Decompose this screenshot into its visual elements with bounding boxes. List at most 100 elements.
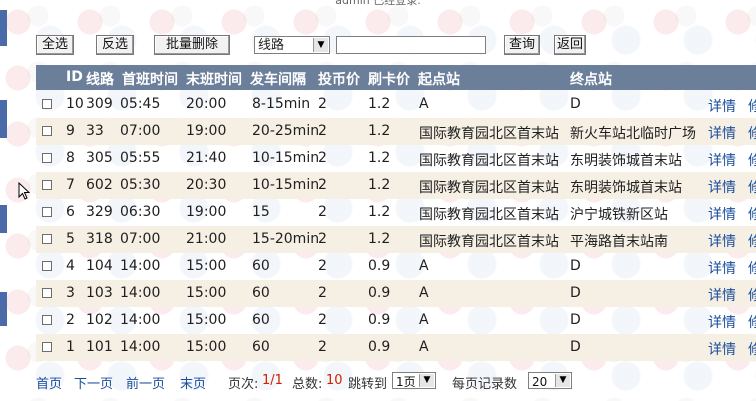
- cell-coin-fare: 2: [318, 339, 327, 355]
- cell-start-station: 国际教育园北区首末站: [419, 234, 559, 250]
- cell-interval: 60: [252, 258, 270, 274]
- cell-first-bus: 07:00: [120, 123, 161, 139]
- row-checkbox[interactable]: [42, 288, 52, 298]
- table-row: 9 33 07:00 19:00 20-25min 2 1.2 国际教育园北区首末站 新火车站北…: [36, 118, 756, 145]
- column-header-first-bus: 首班时间: [122, 72, 178, 88]
- row-checkbox[interactable]: [42, 153, 52, 163]
- cell-last-bus: 15:00: [186, 258, 227, 274]
- cell-start-station: A: [419, 96, 429, 112]
- row-edit-link[interactable]: 修: [748, 258, 756, 278]
- cell-interval: 10-15min: [252, 177, 320, 193]
- cell-coin-fare: 2: [318, 231, 327, 247]
- cell-id: 8: [66, 150, 75, 166]
- row-checkbox[interactable]: [42, 261, 52, 271]
- column-header-coin-fare: 投币价: [318, 72, 360, 88]
- cell-first-bus: 14:00: [120, 285, 161, 301]
- cell-id: 5: [66, 231, 75, 247]
- row-detail-link[interactable]: 详情: [708, 258, 736, 278]
- back-button[interactable]: 返回: [554, 35, 586, 55]
- cell-line: 103: [86, 285, 113, 301]
- invert-selection-button[interactable]: 反选: [96, 35, 134, 55]
- pager-first-link[interactable]: 首页: [36, 373, 62, 392]
- cell-interval: 60: [252, 285, 270, 301]
- row-edit-link[interactable]: 修: [748, 339, 756, 359]
- table-row: 5 318 07:00 21:00 15-20min 2 1.2 国际教育园北区首末站 平海路首…: [36, 226, 756, 253]
- cell-id: 7: [66, 177, 75, 193]
- dropdown-arrow-icon: ▼: [419, 374, 434, 387]
- cell-start-station: A: [419, 258, 429, 274]
- table-row: 1 101 14:00 15:00 60 2 0.9 A D 详情修: [36, 334, 756, 361]
- cell-start-station: 国际教育园北区首末站: [419, 126, 559, 142]
- row-edit-link[interactable]: 修: [748, 204, 756, 224]
- table-row: 8 305 05:55 21:40 10-15min 2 1.2 国际教育园北区首末站 东明装饰…: [36, 145, 756, 172]
- row-detail-link[interactable]: 详情: [708, 123, 736, 143]
- query-button[interactable]: 查询: [504, 35, 540, 55]
- total-value: 10: [326, 373, 343, 388]
- row-checkbox[interactable]: [42, 180, 52, 190]
- row-checkbox[interactable]: [42, 234, 52, 244]
- total-label: 总数:: [292, 377, 323, 392]
- cell-card-fare: 1.2: [368, 204, 391, 220]
- cell-card-fare: 0.9: [368, 285, 391, 301]
- row-edit-link[interactable]: 修: [748, 285, 756, 305]
- cell-start-station: A: [419, 312, 429, 328]
- row-detail-link[interactable]: 详情: [708, 231, 736, 251]
- search-input[interactable]: [336, 36, 486, 54]
- cell-card-fare: 1.2: [368, 150, 391, 166]
- row-edit-link[interactable]: 修: [748, 123, 756, 143]
- cell-last-bus: 19:00: [186, 204, 227, 220]
- table-row: 10 309 05:45 20:00 8-15min 2 1.2 A D 详情修: [36, 91, 756, 118]
- jump-page-select[interactable]: 1页 ▼: [392, 372, 436, 389]
- row-checkbox[interactable]: [42, 207, 52, 217]
- cell-last-bus: 21:00: [186, 231, 227, 247]
- cell-end-station: D: [570, 339, 581, 355]
- row-detail-link[interactable]: 详情: [708, 96, 736, 116]
- filter-field-value: 线路: [258, 38, 285, 53]
- cell-first-bus: 05:30: [120, 177, 161, 193]
- pager-last-link[interactable]: 末页: [180, 373, 206, 392]
- cell-end-station: 平海路首末站南: [570, 234, 668, 250]
- cell-first-bus: 14:00: [120, 258, 161, 274]
- cell-last-bus: 21:40: [186, 150, 227, 166]
- cell-interval: 60: [252, 312, 270, 328]
- cell-id: 9: [66, 123, 75, 139]
- pager-next-link[interactable]: 下一页: [74, 373, 113, 392]
- row-edit-link[interactable]: 修: [748, 231, 756, 251]
- table-row: 3 103 14:00 15:00 60 2 0.9 A D 详情修: [36, 280, 756, 307]
- row-edit-link[interactable]: 修: [748, 150, 756, 170]
- row-detail-link[interactable]: 详情: [708, 339, 736, 359]
- cell-coin-fare: 2: [318, 312, 327, 328]
- cell-line: 104: [86, 258, 113, 274]
- row-detail-link[interactable]: 详情: [708, 150, 736, 170]
- select-all-button[interactable]: 全选: [36, 35, 74, 55]
- cell-end-station: 东明装饰城首末站: [570, 180, 682, 196]
- filter-field-select[interactable]: 线路 ▼: [254, 36, 330, 54]
- batch-delete-button[interactable]: 批量删除: [154, 35, 230, 55]
- cell-end-station: 沪宁城铁新区站: [570, 207, 668, 223]
- left-edge-strip: [0, 10, 7, 46]
- row-detail-link[interactable]: 详情: [708, 312, 736, 332]
- row-edit-link[interactable]: 修: [748, 96, 756, 116]
- table-row: 2 102 14:00 15:00 60 2 0.9 A D 详情修: [36, 307, 756, 334]
- row-edit-link[interactable]: 修: [748, 312, 756, 332]
- row-checkbox[interactable]: [42, 99, 52, 109]
- row-checkbox[interactable]: [42, 315, 52, 325]
- pager: 首页 下一页 前一页 末页 页次: 1/1 总数: 10 跳转到 1页 ▼ 每页…: [36, 371, 756, 393]
- per-page-value: 20: [532, 375, 548, 389]
- row-detail-link[interactable]: 详情: [708, 204, 736, 224]
- row-checkbox[interactable]: [42, 126, 52, 136]
- table-row: 7 602 05:30 20:30 10-15min 2 1.2 国际教育园北区首末站 东明装饰…: [36, 172, 756, 199]
- row-detail-link[interactable]: 详情: [708, 177, 736, 197]
- per-page-select[interactable]: 20 ▼: [528, 372, 572, 389]
- jump-label: 跳转到: [348, 377, 388, 392]
- pager-prev-link[interactable]: 前一页: [126, 373, 165, 392]
- cell-card-fare: 1.2: [368, 177, 391, 193]
- cell-id: 1: [66, 339, 75, 355]
- cell-first-bus: 06:30: [120, 204, 161, 220]
- cell-interval: 10-15min: [252, 150, 320, 166]
- row-edit-link[interactable]: 修: [748, 177, 756, 197]
- row-detail-link[interactable]: 详情: [708, 285, 736, 305]
- row-checkbox[interactable]: [42, 342, 52, 352]
- cell-interval: 15: [252, 204, 270, 220]
- cell-last-bus: 15:00: [186, 312, 227, 328]
